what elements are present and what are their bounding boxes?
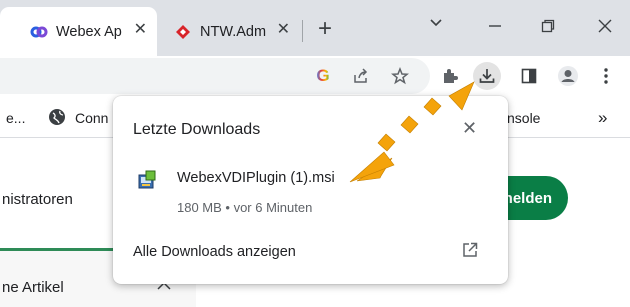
window-close-icon[interactable] [597, 18, 613, 39]
signin-button-label: nelden [503, 189, 552, 207]
browser-window: Webex Ap ✕ NTW.Adm ✕ + G e... Conn nsole… [0, 0, 630, 307]
open-external-icon[interactable] [461, 241, 479, 259]
popup-title: Letzte Downloads [133, 121, 261, 138]
tab-strip: Webex Ap ✕ NTW.Adm ✕ + [0, 0, 630, 56]
close-tab-icon[interactable]: ✕ [277, 22, 290, 38]
new-tab-icon[interactable]: + [318, 17, 332, 41]
restore-icon[interactable] [540, 18, 556, 39]
tab-title: NTW.Adm [200, 23, 267, 40]
msi-file-icon [137, 170, 157, 190]
more-bookmarks-icon[interactable]: » [598, 108, 607, 128]
webex-icon [30, 26, 48, 37]
bookmark-item[interactable]: nsole [507, 110, 540, 126]
side-panel-icon[interactable] [515, 62, 543, 90]
nav-item-administratoren[interactable]: nistratoren [2, 191, 73, 208]
ntw-logo-icon [176, 24, 190, 39]
download-file-meta: 180 MB • vor 6 Minuten [177, 200, 313, 215]
tab-webex[interactable]: Webex Ap ✕ [0, 7, 157, 56]
globe-icon [48, 108, 66, 129]
tab-separator [302, 20, 303, 42]
downloads-popup: Letzte Downloads ✕ WebexVDIPlugin (1).ms… [113, 96, 508, 284]
downloads-icon[interactable] [473, 62, 501, 90]
tab-title: Webex Ap [56, 23, 122, 40]
share-icon[interactable] [347, 62, 375, 90]
close-icon[interactable]: ✕ [462, 118, 477, 138]
browser-toolbar: G [0, 56, 630, 96]
menu-kebab-icon[interactable] [592, 62, 620, 90]
extensions-icon[interactable] [436, 62, 464, 90]
show-all-downloads-link[interactable]: Alle Downloads anzeigen [133, 244, 296, 260]
bookmark-star-icon[interactable] [386, 62, 414, 90]
bookmark-item[interactable]: e... [6, 110, 25, 126]
download-file-name[interactable]: WebexVDIPlugin (1).msi [177, 170, 335, 186]
close-tab-icon[interactable]: ✕ [134, 22, 147, 38]
tab-ntw-admin[interactable]: NTW.Adm ✕ [158, 7, 300, 56]
google-icon[interactable]: G [309, 62, 337, 90]
profile-avatar-icon[interactable] [554, 62, 582, 90]
tab-search-chevron-icon[interactable] [428, 14, 444, 35]
bookmark-item[interactable]: Conn [75, 110, 108, 126]
minimize-icon[interactable] [487, 18, 503, 39]
article-section-heading: ne Artikel [2, 279, 64, 296]
